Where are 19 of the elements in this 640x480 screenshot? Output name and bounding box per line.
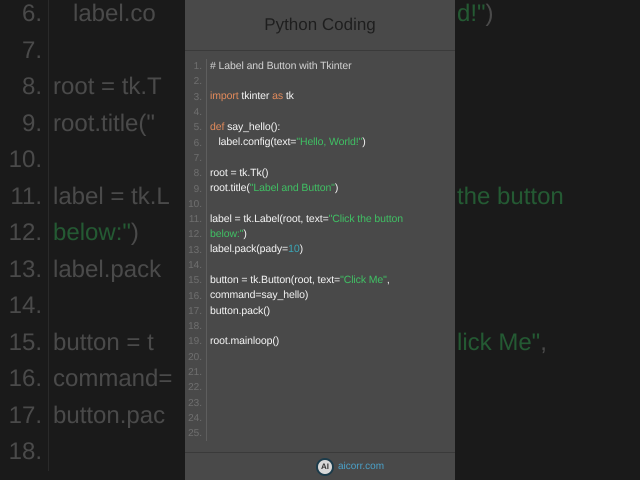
code-line: command=say_hello) (210, 288, 308, 304)
code-line: root.mainloop() (210, 334, 280, 350)
logo: AI (316, 458, 334, 476)
code-line: the button (457, 182, 564, 212)
code-line: lick Me", (457, 328, 547, 358)
code-line: # Label and Button with Tkinter (210, 58, 352, 74)
code-line: d!") (457, 0, 494, 30)
code-line: label = tk.Label(root, text="Click the button (210, 212, 404, 227)
code-line: import tkinter as tk (210, 89, 294, 104)
code-line: button.pack() (210, 304, 270, 319)
website-link[interactable]: aicorr.com (338, 459, 384, 474)
code-line: root.title("Label and Button") (210, 181, 338, 196)
code-line: label.pack(pady=10) (210, 242, 303, 258)
code-line: below:") (210, 227, 247, 242)
code-line: def say_hello(): (210, 120, 280, 135)
code-line: label.config(text="Hello, World!") (217, 135, 366, 150)
code-line: button = tk.Button(root, text="Click Me", (210, 272, 390, 288)
code-line: below:") (53, 218, 139, 248)
code-line: root = tk.Tk() (210, 166, 268, 181)
